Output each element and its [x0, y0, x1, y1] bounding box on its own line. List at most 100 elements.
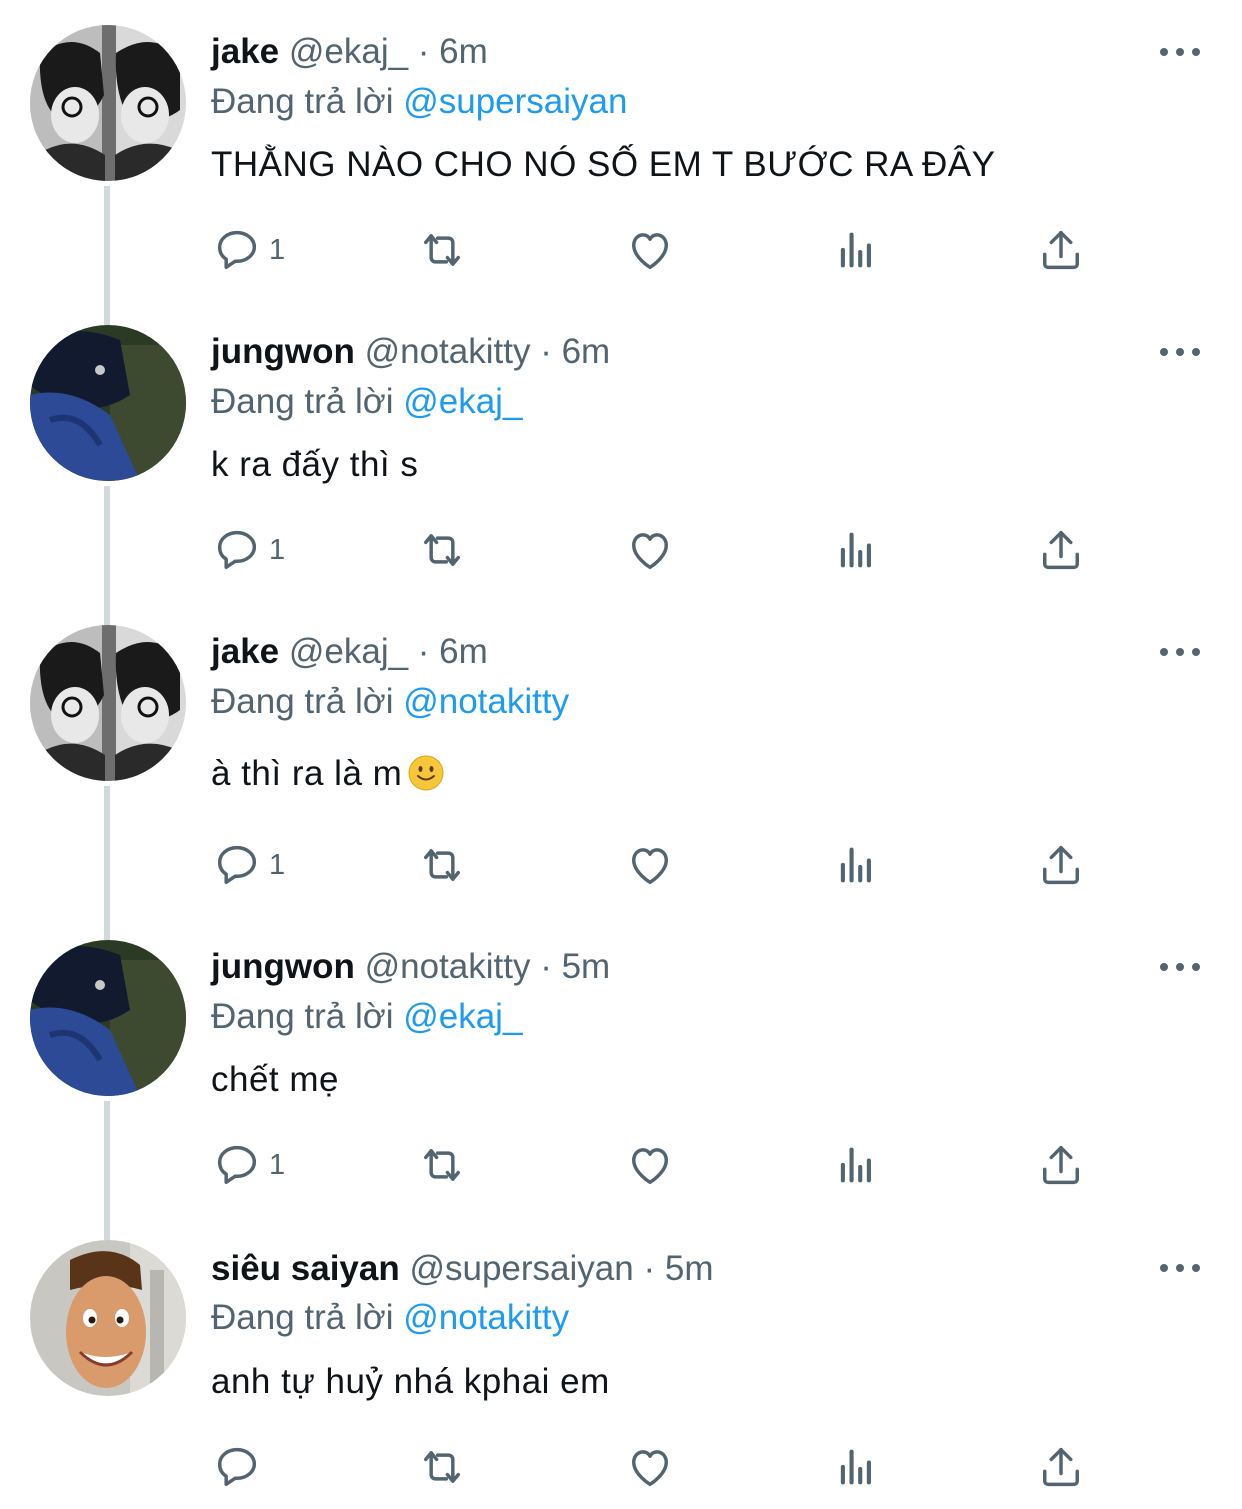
mention-link[interactable]: @ekaj_ [403, 997, 522, 1036]
avatar[interactable] [30, 940, 186, 1096]
share-icon [1035, 1139, 1087, 1191]
views-icon [830, 1139, 882, 1191]
mention-link[interactable]: @supersaiyan [403, 82, 627, 121]
tweet[interactable]: jake @ekaj_ · 6m Đang trả lời @supersaiy… [0, 0, 1242, 300]
reply-count: 1 [269, 233, 286, 266]
reply-icon [211, 1441, 263, 1493]
views-button[interactable] [830, 520, 882, 580]
avatar[interactable] [30, 1240, 186, 1396]
retweet-icon [416, 524, 468, 576]
mention-link[interactable]: @ekaj_ [403, 382, 522, 421]
like-button[interactable] [624, 1437, 676, 1497]
views-button[interactable] [830, 220, 882, 280]
like-button[interactable] [624, 835, 676, 895]
more-icon[interactable] [1155, 1258, 1205, 1278]
share-icon [1035, 839, 1087, 891]
reply-icon [211, 1139, 263, 1191]
like-icon [624, 224, 676, 276]
user-handle[interactable]: @supersaiyan [409, 1249, 633, 1288]
smiling-face-emoji-icon [408, 755, 444, 791]
mention-link[interactable]: @notakitty [403, 1298, 569, 1337]
tweet[interactable]: jungwon @notakitty · 6m Đang trả lời @ek… [0, 300, 1242, 600]
retweet-icon [416, 1139, 468, 1191]
retweet-button[interactable] [416, 1437, 468, 1497]
like-icon [624, 1139, 676, 1191]
retweet-button[interactable] [416, 520, 468, 580]
share-icon [1035, 1441, 1087, 1493]
tweet-header: siêu saiyan @supersaiyan · 5m [211, 1247, 713, 1291]
views-button[interactable] [830, 835, 882, 895]
display-name[interactable]: siêu saiyan [211, 1249, 400, 1288]
share-icon [1035, 224, 1087, 276]
retweet-button[interactable] [416, 835, 468, 895]
replying-to: Đang trả lời @notakitty [211, 1296, 569, 1340]
replying-prefix: Đang trả lời [211, 997, 394, 1036]
tweet-text: à thì ra là m [211, 754, 403, 793]
timestamp[interactable]: · 5m [540, 947, 610, 986]
share-button[interactable] [1035, 835, 1087, 895]
like-button[interactable] [624, 520, 676, 580]
avatar[interactable] [30, 325, 186, 481]
mention-link[interactable]: @notakitty [403, 682, 569, 721]
reply-button[interactable]: 1 [211, 220, 285, 280]
reply-button[interactable] [211, 1437, 269, 1497]
timestamp[interactable]: · 6m [540, 332, 610, 371]
avatar[interactable] [30, 25, 186, 181]
share-button[interactable] [1035, 220, 1087, 280]
views-button[interactable] [830, 1437, 882, 1497]
replying-to: Đang trả lời @supersaiyan [211, 80, 627, 124]
avatar[interactable] [30, 625, 186, 781]
retweet-icon [416, 224, 468, 276]
tweet[interactable]: siêu saiyan @supersaiyan · 5m Đang trả l… [0, 1215, 1242, 1509]
views-icon [830, 524, 882, 576]
more-icon[interactable] [1155, 642, 1205, 662]
action-bar: 1 [0, 220, 1242, 280]
display-name[interactable]: jungwon [211, 947, 355, 986]
like-button[interactable] [624, 220, 676, 280]
views-icon [830, 839, 882, 891]
more-icon[interactable] [1155, 42, 1205, 62]
share-button[interactable] [1035, 1437, 1087, 1497]
tweet[interactable]: jungwon @notakitty · 5m Đang trả lời @ek… [0, 915, 1242, 1215]
reply-count: 1 [269, 848, 286, 881]
retweet-button[interactable] [416, 220, 468, 280]
action-bar [0, 1437, 1242, 1497]
share-button[interactable] [1035, 1135, 1087, 1195]
display-name[interactable]: jungwon [211, 332, 355, 371]
share-button[interactable] [1035, 520, 1087, 580]
reply-count: 1 [269, 1148, 286, 1181]
action-bar: 1 [0, 520, 1242, 580]
reply-icon [211, 224, 263, 276]
more-icon[interactable] [1155, 342, 1205, 362]
tweet-text: chết mẹ [211, 1060, 339, 1099]
share-icon [1035, 524, 1087, 576]
tweet-header: jake @ekaj_ · 6m [211, 630, 488, 674]
reply-button[interactable]: 1 [211, 835, 285, 895]
display-name[interactable]: jake [211, 32, 279, 71]
timestamp[interactable]: · 6m [418, 632, 488, 671]
action-bar: 1 [0, 1135, 1242, 1195]
views-button[interactable] [830, 1135, 882, 1195]
user-handle[interactable]: @ekaj_ [289, 32, 408, 71]
replying-prefix: Đang trả lời [211, 1298, 394, 1337]
user-handle[interactable]: @notakitty [365, 947, 531, 986]
more-icon[interactable] [1155, 957, 1205, 977]
tweet-text: k ra đấy thì s [211, 445, 419, 484]
reply-icon [211, 839, 263, 891]
like-icon [624, 839, 676, 891]
user-handle[interactable]: @ekaj_ [289, 632, 408, 671]
replying-prefix: Đang trả lời [211, 382, 394, 421]
user-handle[interactable]: @notakitty [365, 332, 531, 371]
reply-button[interactable]: 1 [211, 520, 285, 580]
like-button[interactable] [624, 1135, 676, 1195]
timestamp[interactable]: · 5m [643, 1249, 713, 1288]
retweet-icon [416, 1441, 468, 1493]
like-icon [624, 524, 676, 576]
tweet-text: anh tự huỷ nhá kphai em [211, 1362, 610, 1401]
retweet-button[interactable] [416, 1135, 468, 1195]
reply-button[interactable]: 1 [211, 1135, 285, 1195]
timestamp[interactable]: · 6m [418, 32, 488, 71]
display-name[interactable]: jake [211, 632, 279, 671]
tweet[interactable]: jake @ekaj_ · 6m Đang trả lời @notakitty… [0, 600, 1242, 915]
replying-to: Đang trả lời @notakitty [211, 680, 569, 724]
